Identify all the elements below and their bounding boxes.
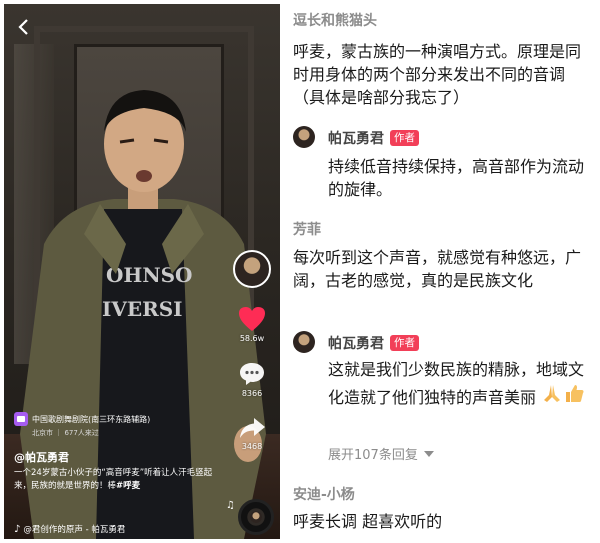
back-arrow-icon[interactable] [16,18,30,41]
author-avatar[interactable] [233,250,271,288]
reply-user-name: 帕瓦勇君 [328,336,384,352]
comment-text: 呼麦长调 超喜欢听的 [293,512,443,531]
location-icon [14,412,28,426]
reply-user-name: 帕瓦勇君 [328,131,384,147]
video-caption: 一个24岁蒙古小伙子的“高音呼麦”听着让人汗毛竖起来，民族的就是世界的！棒#呼麦 [14,467,214,493]
author-badge: 作者 [390,130,419,146]
like-count: 58.6w [239,334,265,343]
hashtag-link[interactable]: #呼麦 [116,481,140,491]
share-count: 3468 [241,442,263,451]
caption-text: 一个24岁蒙古小伙子的“高音呼麦”听着让人汗毛竖起来，民族的就是世界的！棒 [14,468,213,491]
comments-panel: 逗长和熊猫头 呼麦，蒙古族的一种演唱方式。原理是同时用身体的两个部分来发出不同的… [284,0,600,543]
disc-avatar [250,511,262,523]
reply-user[interactable]: 帕瓦勇君 作者 [328,333,419,353]
pray-hands-icon [544,385,561,402]
thumbs-up-icon [566,385,584,402]
location-subtext: 北京市 ｜ 677人来过 [32,429,99,437]
reply-user[interactable]: 帕瓦勇君 作者 [328,128,419,148]
comment-button[interactable]: 8366 [230,361,274,398]
comment-text: 每次听到这个声音，就感觉有种悠远，广阔，古老的感觉，真的是民族文化 [293,248,582,290]
like-button[interactable]: 58.6w [230,306,274,343]
expand-label: 展开107条回复 [328,448,418,463]
share-button[interactable]: 3468 [230,416,274,451]
comment-user[interactable]: 芳菲 [293,219,321,239]
expand-replies[interactable]: 展开107条回复 [328,444,435,463]
reply-emojis [541,383,585,403]
tiktok-note-icon: ♪ [14,523,21,535]
reply-avatar[interactable] [293,331,315,353]
svg-text:IVERSI: IVERSI [102,297,183,321]
music-title: @君创作的原声 - 帕瓦勇君 [23,525,126,535]
location-tag[interactable]: 中国歌剧舞剧院(南三环东路辅路) 北京市 ｜ 677人来过 [14,412,214,438]
music-note-icon: ♫ [226,500,235,511]
video-player[interactable]: OHNSO IVERSI 58.6w 8366 3468 中国歌剧舞剧院(南三环… [4,4,280,539]
comment-user[interactable]: 逗长和熊猫头 [293,10,377,30]
author-name[interactable]: @帕瓦勇君 [14,449,69,465]
share-icon [240,418,265,438]
music-disc[interactable] [238,499,274,535]
reply-text: 这就是我们少数民族的精脉，地域文化造就了他们独特的声音美丽 [328,358,592,409]
author-badge: 作者 [390,335,419,351]
heart-icon [239,307,265,331]
location-name: 中国歌剧舞剧院(南三环东路辅路) [32,414,151,424]
music-info[interactable]: ♪ @君创作的原声 - 帕瓦勇君 [14,523,126,536]
reply-avatar[interactable] [293,126,315,148]
comment-text: 呼麦，蒙古族的一种演唱方式。原理是同时用身体的两个部分来发出不同的音调（具体是啥… [293,42,582,107]
comment-icon [240,363,264,385]
comment-user[interactable]: 安迪-小杨 [293,484,355,504]
chevron-down-icon [423,450,434,457]
comment-count: 8366 [241,389,263,398]
side-actions: 58.6w 8366 3468 [230,250,274,451]
reply-text: 持续低音持续保持，高音部作为流动的旋律。 [328,157,585,199]
svg-text:OHNSO: OHNSO [106,263,192,287]
